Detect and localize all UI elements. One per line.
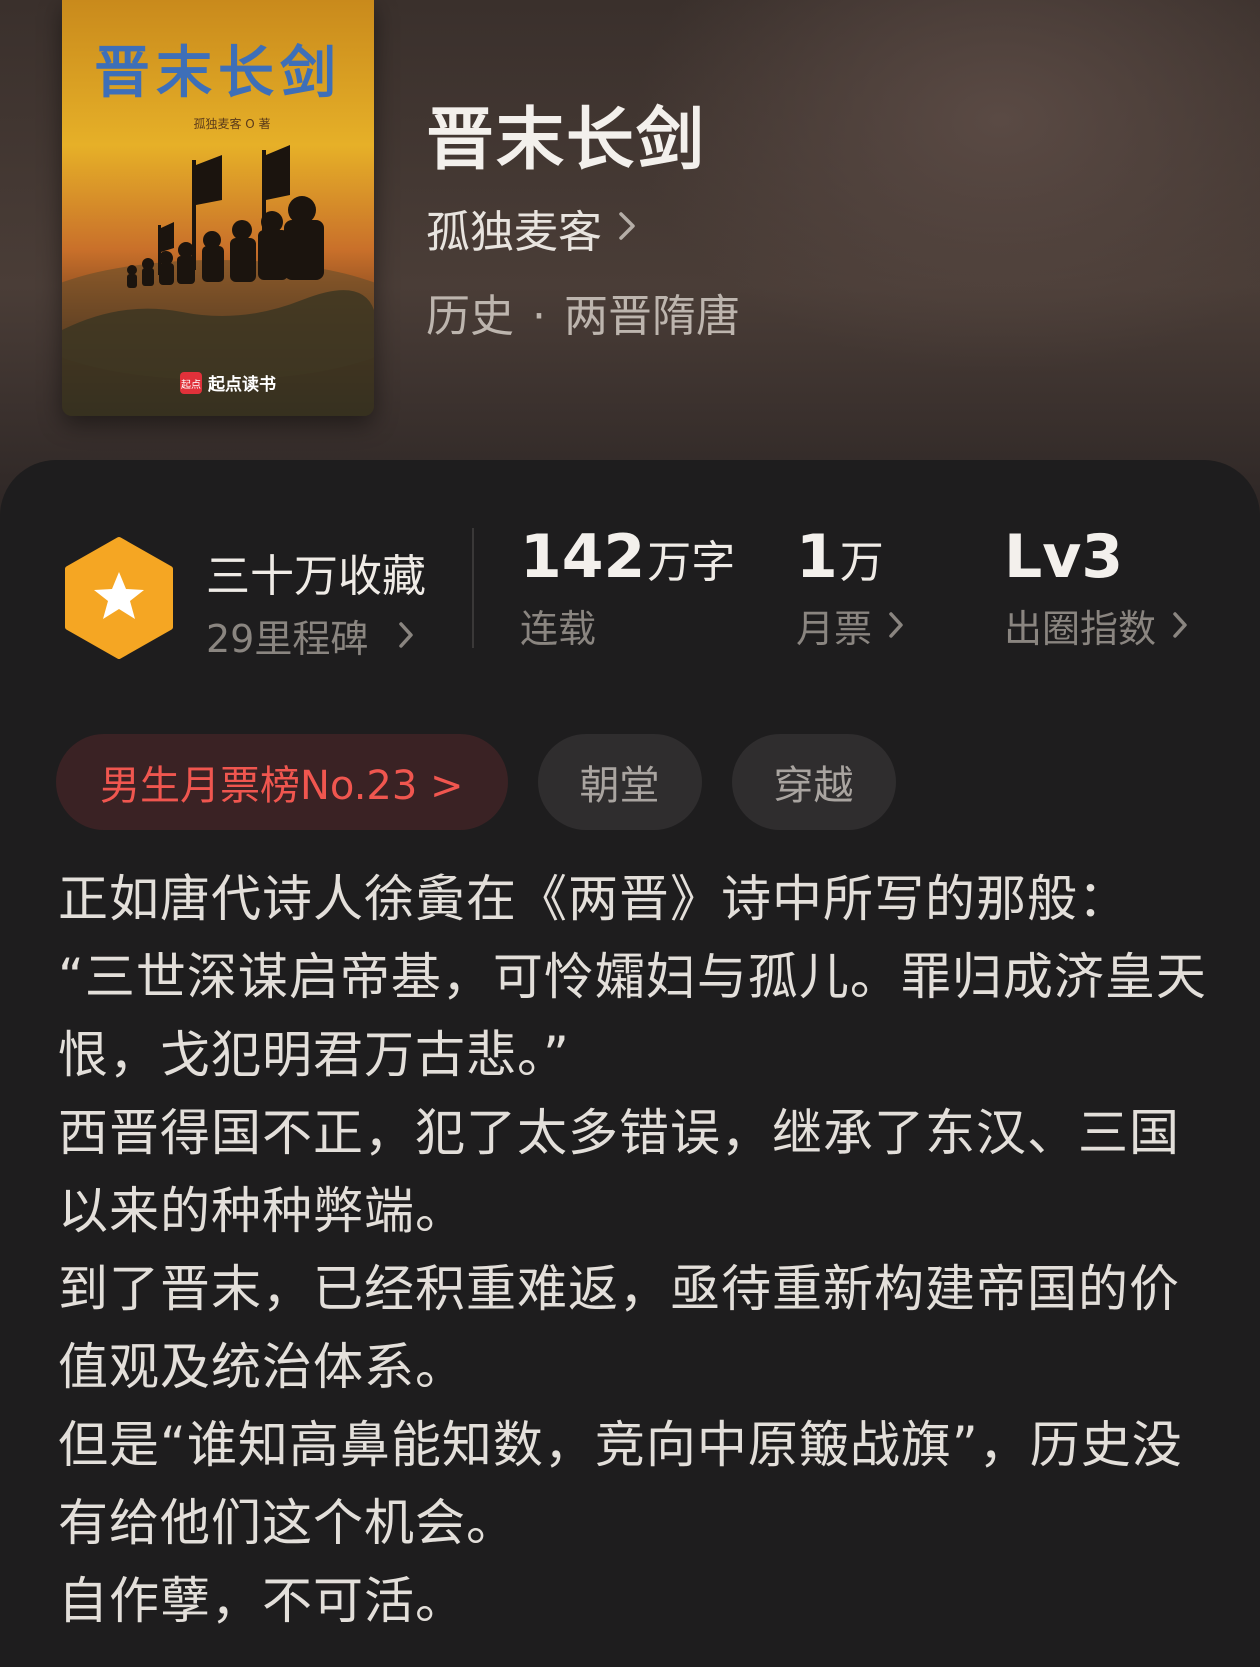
- index-label: 出圈指数: [1004, 607, 1157, 651]
- hero-header: 晋末长剑 孤独麦客 O 著 起点 起点读书 晋末长剑 孤独麦客 历史 · 两晋隋唐: [0, 0, 1260, 520]
- chevron-right-icon: [1172, 604, 1188, 648]
- ranking-tag[interactable]: 男生月票榜No.23 >: [56, 734, 508, 830]
- stats-divider: [472, 528, 474, 648]
- tickets-unit: 万: [839, 537, 884, 588]
- word-count-unit: 万字: [647, 537, 736, 588]
- tickets-label: 月票: [796, 607, 873, 651]
- description-paragraph: 西晋得国不正，犯了太多错误，继承了东汉、三国以来的种种弊端。: [58, 1104, 1180, 1240]
- cover-publisher: 起点读书: [207, 374, 276, 395]
- index-level: Lv3: [1004, 522, 1124, 592]
- word-count-number: 142: [520, 522, 646, 592]
- cover-author-line: 孤独麦客 O 著: [193, 116, 270, 131]
- chevron-right-icon: [398, 614, 414, 658]
- description-paragraph: 正如唐代诗人徐夤在《两晋》诗中所写的那般：: [58, 870, 1129, 928]
- book-cover[interactable]: 晋末长剑 孤独麦客 O 著 起点 起点读书: [62, 0, 374, 416]
- breakout-index-stat[interactable]: Lv3 出圈指数: [1004, 522, 1188, 653]
- chevron-right-icon: [618, 211, 636, 245]
- book-title: 晋末长剑: [426, 100, 707, 180]
- description-paragraph: 但是“谁知高鼻能知数，竞向中原簸战旗”，历史没有给他们这个机会。: [58, 1416, 1183, 1552]
- author-link[interactable]: 孤独麦客: [426, 196, 636, 260]
- stats-row: 三十万收藏 29里程碑 142万字 连载 1万 月票 Lv3 出圈指数: [0, 460, 1260, 680]
- serial-status: 连载: [520, 607, 597, 651]
- word-count-stat: 142万字 连载: [520, 522, 735, 653]
- tag-chuanyue[interactable]: 穿越: [731, 734, 896, 830]
- cover-title: 晋末长剑: [94, 40, 342, 106]
- book-description[interactable]: 正如唐代诗人徐夤在《两晋》诗中所写的那般： “三世深谋启帝基，可怜孀妇与孤儿。罪…: [58, 860, 1208, 1640]
- author-name: 孤独麦客: [426, 207, 602, 258]
- genre-main: 历史: [426, 291, 514, 342]
- book-info-card: 三十万收藏 29里程碑 142万字 连载 1万 月票 Lv3 出圈指数 男生月票…: [0, 460, 1260, 1667]
- separator-dot: ·: [532, 291, 546, 342]
- tag-chaotang[interactable]: 朝堂: [537, 734, 702, 830]
- chevron-right-icon: [888, 604, 904, 648]
- description-paragraph: 到了晋末，已经积重难返，亟待重新构建帝国的价值观及统治体系。: [58, 1260, 1180, 1396]
- description-paragraph: “三世深谋启帝基，可怜孀妇与孤儿。罪归成济皇天恨，戈犯明君万古悲。”: [58, 948, 1207, 1084]
- genre-line[interactable]: 历史 · 两晋隋唐: [426, 280, 740, 344]
- tickets-number: 1: [796, 522, 838, 592]
- milestone-link[interactable]: 29里程碑: [206, 608, 414, 663]
- genre-sub: 两晋隋唐: [564, 291, 740, 342]
- favorites-count: 三十万收藏: [206, 551, 426, 602]
- monthly-tickets-stat[interactable]: 1万 月票: [796, 522, 904, 653]
- book-detail-page: 晋末长剑 孤独麦客 O 著 起点 起点读书 晋末长剑 孤独麦客 历史 · 两晋隋唐: [0, 0, 1260, 1667]
- tag-list: 男生月票榜No.23 > 朝堂 穿越: [56, 734, 896, 830]
- star-badge-icon[interactable]: [62, 536, 176, 664]
- milestone-label: 29里程碑: [206, 617, 369, 661]
- cover-publisher-badge: 起点: [181, 379, 201, 391]
- description-paragraph: 自作孽，不可活。: [58, 1572, 466, 1630]
